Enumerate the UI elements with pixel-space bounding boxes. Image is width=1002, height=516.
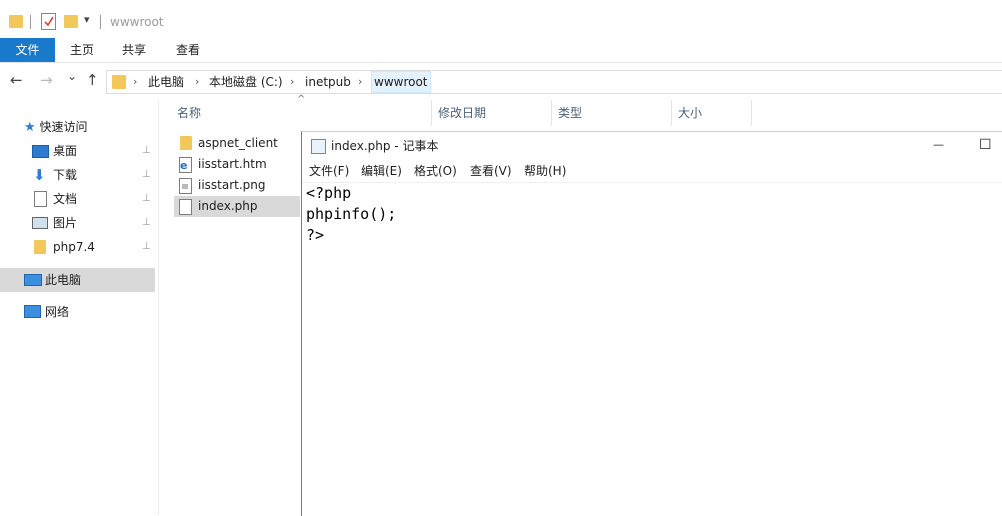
sidebar-item-label: 桌面 bbox=[53, 144, 78, 158]
sidebar-item-documents[interactable]: 文档 ⊥ bbox=[32, 187, 156, 211]
quick-access-label: 快速访问 bbox=[39, 120, 88, 134]
checkmark-icon bbox=[44, 16, 54, 27]
folder-icon bbox=[112, 75, 126, 89]
star-icon: ★ bbox=[24, 120, 36, 135]
breadcrumb-local-disk[interactable]: 本地磁盘 (C:) bbox=[209, 71, 283, 93]
breadcrumb-separator[interactable]: › bbox=[195, 71, 199, 93]
sidebar-item-desktop[interactable]: 桌面 ⊥ bbox=[32, 139, 156, 163]
tab-file[interactable]: 文件 bbox=[0, 38, 55, 62]
folder-icon bbox=[34, 240, 46, 254]
quick-access-dropdown-icon[interactable]: ▾ bbox=[84, 13, 90, 26]
quick-access-item[interactable]: ★ 快速访问 bbox=[24, 115, 88, 139]
computer-icon bbox=[24, 274, 42, 286]
pin-icon[interactable]: ⊥ bbox=[142, 139, 151, 163]
breadcrumb-separator[interactable]: › bbox=[133, 71, 137, 93]
menu-edit[interactable]: 编辑(E) bbox=[361, 160, 402, 182]
back-button[interactable]: ← bbox=[10, 71, 23, 89]
up-button[interactable]: ↑ bbox=[86, 71, 99, 89]
file-row-iisstart-png[interactable]: iisstart.png bbox=[174, 175, 300, 196]
tab-home[interactable]: 主页 bbox=[62, 38, 102, 62]
column-divider[interactable] bbox=[551, 100, 552, 126]
sidebar-item-label: 文档 bbox=[53, 192, 78, 206]
breadcrumb-wwwroot[interactable]: wwwroot bbox=[371, 71, 431, 93]
pin-icon[interactable]: ⊥ bbox=[142, 235, 151, 259]
menu-format[interactable]: 格式(O) bbox=[414, 160, 457, 182]
ribbon-tabs: 文件 主页 共享 查看 bbox=[0, 38, 1002, 63]
sidebar-item-this-pc[interactable]: 此电脑 bbox=[0, 268, 155, 292]
desktop-icon bbox=[32, 145, 49, 158]
column-divider[interactable] bbox=[671, 100, 672, 126]
notepad-title: index.php - 记事本 bbox=[331, 139, 439, 153]
tab-share[interactable]: 共享 bbox=[114, 38, 154, 62]
address-bar[interactable]: › 此电脑 › 本地磁盘 (C:) › inetpub › wwwroot bbox=[106, 70, 1002, 94]
column-header-size[interactable]: 大小 bbox=[678, 100, 702, 126]
forward-button[interactable]: → bbox=[40, 71, 53, 89]
sidebar-item-downloads[interactable]: ⬇ 下载 ⊥ bbox=[32, 163, 156, 187]
sidebar-item-label: 此电脑 bbox=[45, 273, 82, 287]
menu-file[interactable]: 文件(F) bbox=[309, 160, 349, 182]
notepad-menu-bar: 文件(F) 编辑(E) 格式(O) 查看(V) 帮助(H) bbox=[302, 160, 1002, 183]
menu-help[interactable]: 帮助(H) bbox=[524, 160, 566, 182]
breadcrumb-inetpub[interactable]: inetpub bbox=[305, 71, 351, 93]
sidebar-item-php74[interactable]: php7.4 ⊥ bbox=[32, 235, 156, 259]
sidebar-item-label: 网络 bbox=[45, 305, 70, 319]
pin-icon[interactable]: ⊥ bbox=[142, 187, 151, 211]
separator bbox=[100, 15, 101, 29]
file-row-aspnet-client[interactable]: aspnet_client bbox=[174, 133, 300, 154]
file-name: index.php bbox=[198, 199, 258, 213]
maximize-button[interactable]: ☐ bbox=[979, 131, 992, 159]
window-title: wwwroot bbox=[110, 15, 164, 29]
sidebar-item-network[interactable]: 网络 bbox=[24, 300, 154, 324]
notepad-window[interactable]: index.php - 记事本 — ☐ 文件(F) 编辑(E) 格式(O) 查看… bbox=[301, 131, 1002, 516]
sidebar-item-label: 下载 bbox=[53, 168, 78, 182]
file-name: iisstart.png bbox=[198, 178, 266, 192]
separator bbox=[30, 15, 31, 29]
title-bar: ▾ wwwroot bbox=[0, 0, 1002, 39]
file-name: iisstart.htm bbox=[198, 157, 267, 171]
column-header-name[interactable]: 名称 bbox=[177, 100, 201, 126]
pin-icon[interactable]: ⊥ bbox=[142, 163, 151, 187]
sort-indicator-icon: ^ bbox=[297, 94, 306, 105]
file-row-iisstart-htm[interactable]: e iisstart.htm bbox=[174, 154, 300, 175]
column-divider[interactable] bbox=[431, 100, 432, 126]
breadcrumb-separator[interactable]: › bbox=[290, 71, 294, 93]
file-name: aspnet_client bbox=[198, 136, 278, 150]
new-folder-icon[interactable] bbox=[64, 15, 78, 28]
image-thumb-icon bbox=[182, 184, 188, 189]
tab-view[interactable]: 查看 bbox=[168, 38, 208, 62]
picture-icon bbox=[32, 217, 48, 229]
file-row-index-php[interactable]: index.php bbox=[174, 196, 300, 217]
edge-icon: e bbox=[180, 159, 188, 172]
pin-icon[interactable]: ⊥ bbox=[142, 211, 151, 235]
network-icon bbox=[24, 305, 41, 318]
sidebar-item-label: php7.4 bbox=[53, 240, 95, 254]
navigation-pane: ★ 快速访问 桌面 ⊥ ⬇ 下载 ⊥ 文档 ⊥ 图片 ⊥ php7.4 ⊥ 此电… bbox=[0, 100, 159, 515]
recent-locations-button[interactable]: ⌄ bbox=[67, 69, 77, 83]
folder-icon bbox=[180, 136, 192, 150]
sidebar-item-pictures[interactable]: 图片 ⊥ bbox=[32, 211, 156, 235]
folder-icon bbox=[9, 15, 23, 28]
properties-icon[interactable] bbox=[41, 13, 56, 30]
breadcrumb-separator[interactable]: › bbox=[358, 71, 362, 93]
sidebar-item-label: 图片 bbox=[53, 216, 78, 230]
column-header-modified[interactable]: 修改日期 bbox=[438, 100, 486, 126]
column-header-type[interactable]: 类型 bbox=[558, 100, 582, 126]
menu-view[interactable]: 查看(V) bbox=[470, 160, 512, 182]
php-file-icon bbox=[179, 199, 192, 215]
document-icon bbox=[34, 191, 47, 207]
notepad-title-bar[interactable]: index.php - 记事本 — ☐ bbox=[302, 132, 1002, 160]
download-icon: ⬇ bbox=[33, 166, 46, 184]
notepad-text-area[interactable]: <?php phpinfo(); ?> bbox=[306, 183, 996, 503]
minimize-button[interactable]: — bbox=[933, 131, 944, 159]
notepad-icon bbox=[311, 139, 326, 154]
column-divider[interactable] bbox=[751, 100, 752, 126]
breadcrumb-this-pc[interactable]: 此电脑 bbox=[148, 71, 184, 93]
